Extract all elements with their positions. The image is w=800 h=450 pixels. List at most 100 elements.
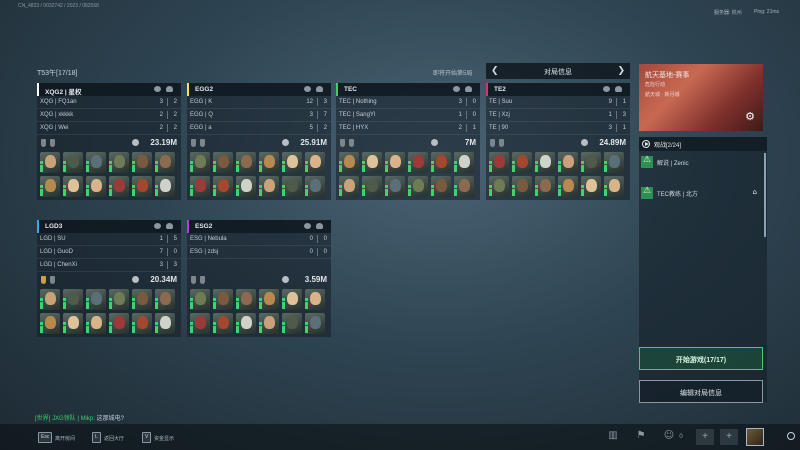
operator-portrait[interactable]: [535, 152, 555, 173]
operator-portrait[interactable]: [431, 176, 451, 197]
player-row[interactable]: EGG | a 5 2: [187, 122, 331, 135]
voice-icon[interactable]: [154, 86, 161, 92]
operator-portrait[interactable]: [132, 176, 152, 197]
operator-portrait[interactable]: [305, 152, 325, 173]
operator-portrait[interactable]: [63, 313, 83, 334]
operator-portrait[interactable]: [190, 289, 210, 310]
operator-portrait[interactable]: [305, 176, 325, 197]
operator-portrait[interactable]: [63, 289, 83, 310]
operator-portrait[interactable]: [259, 176, 279, 197]
operator-portrait[interactable]: [454, 176, 474, 197]
player-row[interactable]: XQG | xkkkk 2 2: [37, 109, 181, 122]
operator-portrait[interactable]: [489, 176, 509, 197]
operator-portrait[interactable]: [282, 313, 302, 334]
player-row[interactable]: EGG | K 12 3: [187, 96, 331, 109]
operator-portrait[interactable]: [512, 152, 532, 173]
player-row[interactable]: TE | 90 3 1: [486, 122, 630, 135]
player-row[interactable]: TEC | SangYI 1 0: [336, 109, 480, 122]
operator-portrait[interactable]: [213, 289, 233, 310]
voice-icon[interactable]: [154, 223, 161, 229]
operator-portrait[interactable]: [86, 152, 106, 173]
player-row[interactable]: TEC | HYX 2 1: [336, 122, 480, 135]
operator-portrait[interactable]: [132, 152, 152, 173]
operator-portrait[interactable]: [259, 289, 279, 310]
operator-portrait[interactable]: [362, 176, 382, 197]
operator-portrait[interactable]: [454, 152, 474, 173]
player-row[interactable]: LGD | SU 1 5: [37, 233, 181, 246]
gear-icon[interactable]: ⚙: [745, 110, 755, 123]
operator-portrait[interactable]: [109, 176, 129, 197]
operator-portrait[interactable]: [155, 313, 175, 334]
edit-match-info-button[interactable]: 编辑对局信息: [639, 380, 763, 403]
player-row[interactable]: TE | Xzj 1 3: [486, 109, 630, 122]
player-row[interactable]: XQG | FQ1an 3 2: [37, 96, 181, 109]
operator-portrait[interactable]: [535, 176, 555, 197]
operator-portrait[interactable]: [190, 152, 210, 173]
start-game-button[interactable]: 开始游戏(17/17): [639, 347, 763, 370]
operator-portrait[interactable]: [512, 176, 532, 197]
operator-portrait[interactable]: [40, 313, 60, 334]
operator-portrait[interactable]: [86, 176, 106, 197]
flag-icon[interactable]: ⚑: [634, 430, 648, 444]
player-row[interactable]: TEC | Nothing 3 0: [336, 96, 480, 109]
spectator-item[interactable]: 解说 | Zenic: [639, 153, 761, 175]
operator-portrait[interactable]: [282, 289, 302, 310]
operator-portrait[interactable]: [558, 152, 578, 173]
player-row[interactable]: ESG | zdsj 0 0: [187, 246, 331, 259]
player-row[interactable]: LGD | ChenXi 3 3: [37, 259, 181, 272]
map-banner[interactable]: 航天基地-赛事 危险行动 航天城 · 新月城 ⚙: [639, 64, 763, 131]
chevron-right-icon[interactable]: ❯: [617, 65, 625, 76]
operator-portrait[interactable]: [305, 289, 325, 310]
heart-icon[interactable]: [316, 86, 323, 92]
operator-portrait[interactable]: [282, 176, 302, 197]
operator-portrait[interactable]: [259, 313, 279, 334]
settings-icon[interactable]: [787, 432, 795, 440]
operator-portrait[interactable]: [489, 152, 509, 173]
operator-portrait[interactable]: [109, 152, 129, 173]
operator-portrait[interactable]: [190, 313, 210, 334]
operator-portrait[interactable]: [339, 152, 359, 173]
operator-portrait[interactable]: [408, 176, 428, 197]
operator-portrait[interactable]: [109, 313, 129, 334]
heart-icon[interactable]: [316, 223, 323, 229]
avatar[interactable]: [746, 428, 764, 446]
operator-portrait[interactable]: [558, 176, 578, 197]
operator-portrait[interactable]: [63, 152, 83, 173]
operator-portrait[interactable]: [132, 313, 152, 334]
scrollbar[interactable]: [764, 153, 766, 237]
operator-portrait[interactable]: [339, 176, 359, 197]
operator-portrait[interactable]: [604, 152, 624, 173]
voice-icon[interactable]: [603, 86, 610, 92]
add-slot-button[interactable]: +: [720, 429, 738, 445]
operator-portrait[interactable]: [259, 152, 279, 173]
operator-portrait[interactable]: [213, 152, 233, 173]
heart-icon[interactable]: [465, 86, 472, 92]
operator-portrait[interactable]: [155, 176, 175, 197]
voice-icon[interactable]: [304, 86, 311, 92]
heart-icon[interactable]: [615, 86, 622, 92]
heart-icon[interactable]: [166, 223, 173, 229]
operator-portrait[interactable]: [213, 176, 233, 197]
operator-portrait[interactable]: [385, 176, 405, 197]
operator-portrait[interactable]: [132, 289, 152, 310]
heart-icon[interactable]: [166, 86, 173, 92]
operator-portrait[interactable]: [581, 152, 601, 173]
operator-portrait[interactable]: [86, 289, 106, 310]
player-row[interactable]: TE | Suu 9 1: [486, 96, 630, 109]
operator-portrait[interactable]: [109, 289, 129, 310]
operator-portrait[interactable]: [86, 313, 106, 334]
operator-portrait[interactable]: [155, 152, 175, 173]
operator-portrait[interactable]: [40, 152, 60, 173]
player-row[interactable]: EGG | Q 3 7: [187, 109, 331, 122]
operator-portrait[interactable]: [63, 176, 83, 197]
operator-portrait[interactable]: [408, 152, 428, 173]
operator-portrait[interactable]: [581, 176, 601, 197]
operator-portrait[interactable]: [431, 152, 451, 173]
operator-portrait[interactable]: [236, 313, 256, 334]
spectator-item[interactable]: TEC教练 | 北方 ⌂: [639, 184, 761, 206]
operator-portrait[interactable]: [155, 289, 175, 310]
voice-icon[interactable]: [304, 223, 311, 229]
player-row[interactable]: XQG | Wei 2 2: [37, 122, 181, 135]
operator-portrait[interactable]: [305, 313, 325, 334]
operator-portrait[interactable]: [213, 313, 233, 334]
